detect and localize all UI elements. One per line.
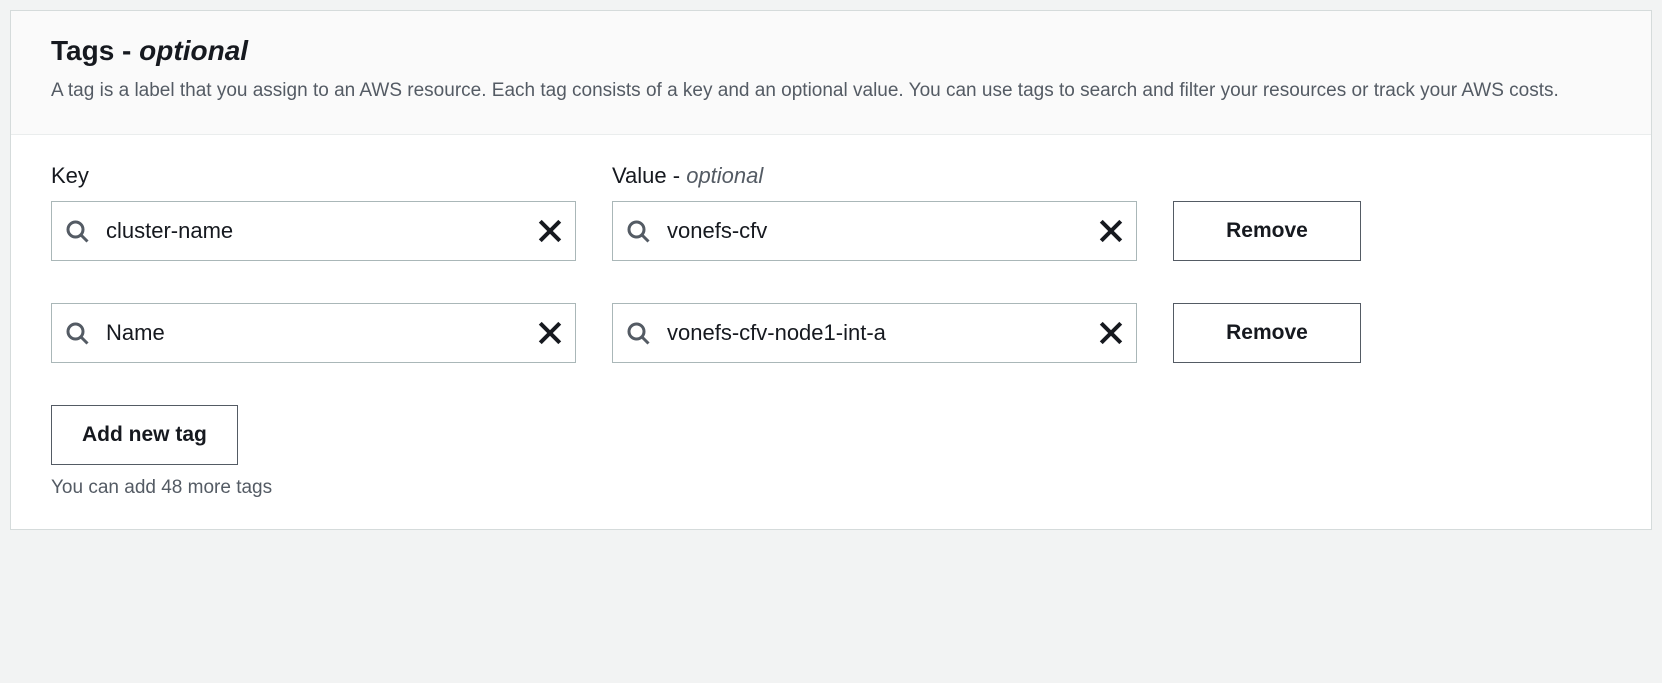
remove-tag-button[interactable]: Remove (1173, 303, 1361, 363)
clear-value-button[interactable] (1095, 215, 1127, 247)
tag-row: Remove (51, 303, 1611, 363)
title-optional: optional (139, 35, 248, 66)
columns-header: Key Value - optional (51, 163, 1611, 189)
value-column-header: Value - optional (612, 163, 1137, 189)
key-column-header: Key (51, 163, 576, 189)
tags-panel: Tags - optional A tag is a label that yo… (10, 10, 1652, 530)
panel-header: Tags - optional A tag is a label that yo… (11, 11, 1651, 135)
value-label: Value (612, 163, 667, 188)
panel-description: A tag is a label that you assign to an A… (51, 77, 1611, 106)
clear-key-button[interactable] (534, 215, 566, 247)
value-optional: optional (686, 163, 763, 188)
value-separator: - (667, 163, 687, 188)
tag-value-input[interactable] (612, 201, 1137, 261)
clear-value-button[interactable] (1095, 317, 1127, 349)
panel-title: Tags - optional (51, 35, 1611, 67)
panel-body: Key Value - optional (11, 135, 1651, 529)
remove-tag-button[interactable]: Remove (1173, 201, 1361, 261)
tag-key-input[interactable] (51, 303, 576, 363)
close-icon (1098, 320, 1124, 346)
tag-value-input[interactable] (612, 303, 1137, 363)
tags-remaining-text: You can add 48 more tags (51, 477, 1611, 499)
close-icon (1098, 218, 1124, 244)
title-main: Tags (51, 35, 114, 66)
tag-row: Remove (51, 201, 1611, 261)
tag-value-wrapper (612, 201, 1137, 261)
clear-key-button[interactable] (534, 317, 566, 349)
tag-value-wrapper (612, 303, 1137, 363)
tag-key-wrapper (51, 303, 576, 363)
title-separator: - (114, 35, 139, 66)
tag-key-input[interactable] (51, 201, 576, 261)
add-new-tag-button[interactable]: Add new tag (51, 405, 238, 465)
tag-key-wrapper (51, 201, 576, 261)
close-icon (537, 320, 563, 346)
close-icon (537, 218, 563, 244)
